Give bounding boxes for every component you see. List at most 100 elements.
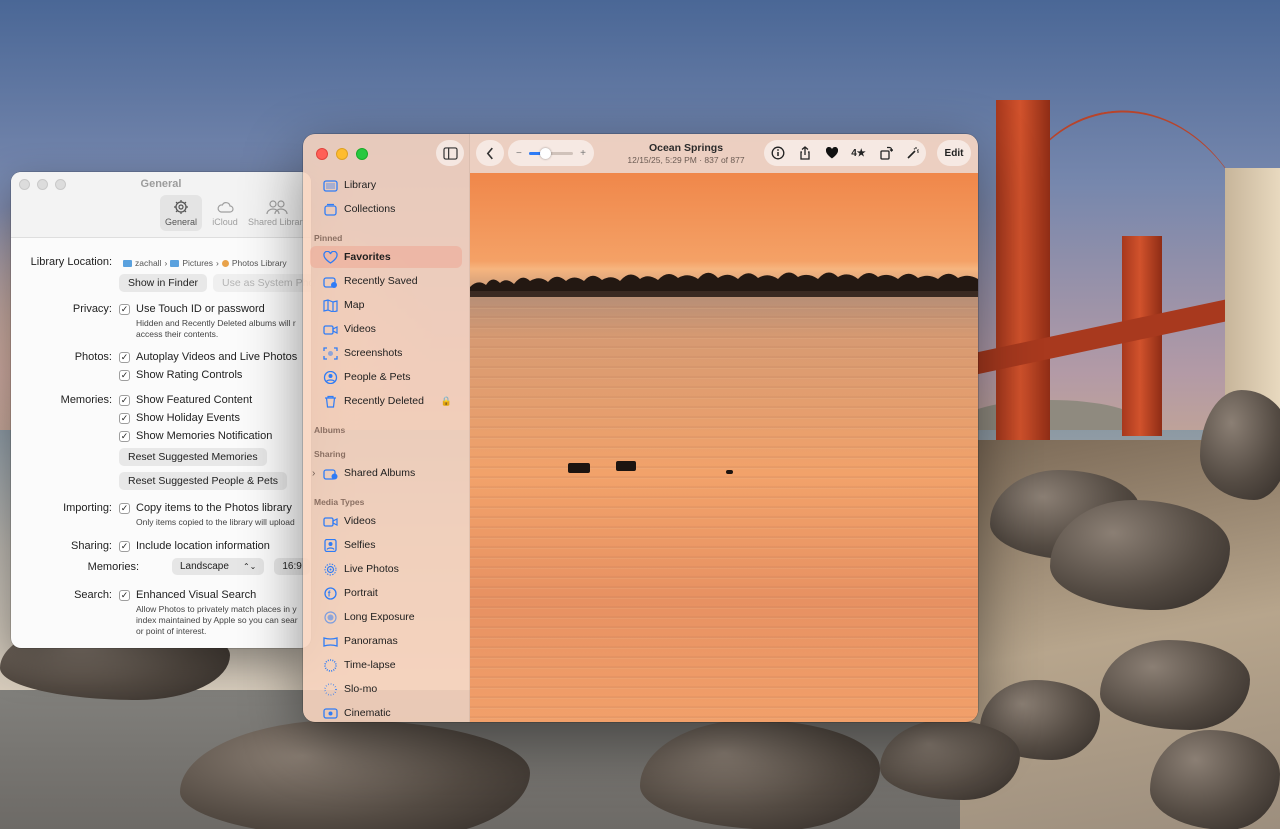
- rating-controls-option[interactable]: ✓ Show Rating Controls: [119, 369, 242, 381]
- checkbox-checked-icon[interactable]: ✓: [119, 351, 130, 363]
- magic-wand-icon: [906, 147, 919, 159]
- chevron-right-icon[interactable]: ›: [312, 468, 315, 479]
- settings-window: General General iCloud Shared Librar Lib…: [11, 172, 311, 648]
- settings-titlebar: General General iCloud Shared Librar: [11, 172, 311, 238]
- autoplay-option[interactable]: ✓ Autoplay Videos and Live Photos: [119, 351, 297, 363]
- enhanced-search-label: Enhanced Visual Search: [136, 589, 257, 601]
- checkbox-checked-icon[interactable]: ✓: [119, 502, 130, 514]
- settings-title: General: [140, 178, 182, 190]
- checkbox-checked-icon[interactable]: ✓: [119, 303, 130, 315]
- zoom-button[interactable]: [356, 148, 368, 160]
- back-button[interactable]: [476, 140, 504, 166]
- zoom-out-icon[interactable]: −: [516, 148, 522, 159]
- pinned-header: Pinned: [314, 233, 343, 243]
- sidebar-item-panoramas[interactable]: Panoramas: [310, 630, 462, 652]
- show-in-finder-button[interactable]: Show in Finder: [119, 274, 208, 292]
- rating-button[interactable]: 4★: [846, 140, 872, 166]
- sidebar-item-media-videos[interactable]: Videos: [310, 510, 462, 532]
- library-icon: [323, 179, 338, 192]
- favorite-button[interactable]: [819, 140, 845, 166]
- rock: [1050, 500, 1230, 610]
- sidebar-icon: [442, 146, 458, 160]
- autoplay-label: Autoplay Videos and Live Photos: [136, 351, 298, 363]
- reset-suggested-people-button[interactable]: Reset Suggested People & Pets: [119, 472, 288, 490]
- sidebar-label: Cinematic: [344, 707, 391, 719]
- sidebar-item-timelapse[interactable]: Time-lapse: [310, 654, 462, 676]
- checkbox-checked-icon[interactable]: ✓: [119, 369, 130, 381]
- minimize-button[interactable]: [336, 148, 348, 160]
- sidebar-item-selfies[interactable]: Selfies: [310, 534, 462, 556]
- sidebar-label: Panoramas: [344, 635, 398, 647]
- info-button[interactable]: [765, 140, 791, 166]
- zoom-slider[interactable]: − +: [508, 140, 594, 166]
- sidebar-label: Live Photos: [344, 563, 399, 575]
- checkbox-checked-icon[interactable]: ✓: [119, 394, 130, 406]
- photo-viewer[interactable]: [470, 173, 978, 722]
- sidebar-item-map[interactable]: Map: [310, 294, 462, 316]
- video-icon: [323, 516, 338, 527]
- zoom-track[interactable]: [529, 147, 573, 159]
- sidebar-item-shared-albums[interactable]: › Shared Albums: [310, 462, 462, 484]
- svg-text:f: f: [328, 589, 331, 598]
- memories-notification-option[interactable]: ✓ Show Memories Notification: [119, 430, 272, 442]
- sidebar-label: Screenshots: [344, 347, 403, 359]
- reset-suggested-memories-button[interactable]: Reset Suggested Memories: [119, 448, 267, 466]
- touch-id-option[interactable]: ✓ Use Touch ID or password: [119, 303, 265, 315]
- search-label: Search:: [74, 589, 112, 601]
- sidebar-item-long-exposure[interactable]: Long Exposure: [310, 606, 462, 628]
- checkbox-checked-icon[interactable]: ✓: [119, 540, 130, 552]
- sidebar-item-favorites[interactable]: Favorites: [310, 246, 462, 268]
- library-path[interactable]: zachall › Pictures › Photos Library: [123, 258, 287, 268]
- photo-title: Ocean Springs: [648, 142, 724, 154]
- checkbox-checked-icon[interactable]: ✓: [119, 412, 130, 424]
- portrait-icon: f: [324, 586, 337, 600]
- photo-actions-group: 4★: [764, 140, 926, 166]
- path-pictures: Pictures: [182, 258, 214, 268]
- sidebar-item-collections[interactable]: Collections: [310, 198, 462, 220]
- photo-subtitle: 12/15/25, 5:29 PM · 837 of 877: [627, 155, 745, 165]
- sharing-memories-label: Memories:: [87, 561, 139, 573]
- tab-shared-library[interactable]: Shared Librar: [248, 195, 308, 231]
- rotate-icon: [879, 146, 893, 160]
- memories-notification-label: Show Memories Notification: [136, 430, 273, 442]
- sidebar-label: Videos: [344, 323, 376, 335]
- orientation-popup[interactable]: Landscape ⌃⌄: [172, 558, 265, 575]
- sidebar-item-live-photos[interactable]: Live Photos: [310, 558, 462, 580]
- share-button[interactable]: [792, 140, 818, 166]
- library-location-label: Library Location:: [30, 256, 112, 268]
- checkbox-checked-icon[interactable]: ✓: [119, 430, 130, 442]
- tab-icloud[interactable]: iCloud: [204, 195, 246, 231]
- tab-general[interactable]: General: [160, 195, 202, 231]
- rotate-button[interactable]: [873, 140, 899, 166]
- sidebar-item-videos[interactable]: Videos: [310, 318, 462, 340]
- sidebar-toggle-button[interactable]: [436, 140, 464, 166]
- checkbox-checked-icon[interactable]: ✓: [119, 589, 130, 601]
- copy-items-option[interactable]: ✓ Copy items to the Photos library: [119, 502, 292, 514]
- sidebar-item-recently-deleted[interactable]: Recently Deleted 🔒: [310, 390, 462, 412]
- sidebar-label: Collections: [344, 203, 396, 215]
- use-as-system-library-button[interactable]: Use as System Pho: [213, 274, 311, 292]
- location-info-option[interactable]: ✓ Include location information: [119, 540, 270, 552]
- close-button[interactable]: [316, 148, 328, 160]
- trash-icon: [325, 395, 336, 408]
- settings-tabs: General iCloud Shared Librar: [160, 195, 308, 231]
- sidebar-item-cinematic[interactable]: Cinematic: [310, 702, 462, 722]
- folder-icon: [123, 259, 132, 267]
- holiday-events-option[interactable]: ✓ Show Holiday Events: [119, 412, 240, 424]
- sharing-header: Sharing: [314, 449, 346, 459]
- enhanced-search-option[interactable]: ✓ Enhanced Visual Search: [119, 589, 256, 601]
- edit-button[interactable]: Edit: [937, 140, 971, 166]
- zoom-in-icon[interactable]: +: [580, 148, 586, 159]
- zoom-knob[interactable]: [540, 147, 551, 159]
- sidebar-item-recently-saved[interactable]: Recently Saved: [310, 270, 462, 292]
- sidebar-item-people-pets[interactable]: People & Pets: [310, 366, 462, 388]
- sidebar-item-screenshots[interactable]: Screenshots: [310, 342, 462, 364]
- importing-label: Importing:: [63, 502, 112, 514]
- touch-id-label: Use Touch ID or password: [136, 303, 265, 315]
- sidebar-item-library[interactable]: Library: [310, 174, 462, 196]
- sidebar-item-slomo[interactable]: Slo-mo: [310, 678, 462, 700]
- sidebar-item-portrait[interactable]: f Portrait: [310, 582, 462, 604]
- auto-enhance-button[interactable]: [900, 140, 926, 166]
- rating-controls-label: Show Rating Controls: [136, 369, 243, 381]
- featured-content-option[interactable]: ✓ Show Featured Content: [119, 394, 252, 406]
